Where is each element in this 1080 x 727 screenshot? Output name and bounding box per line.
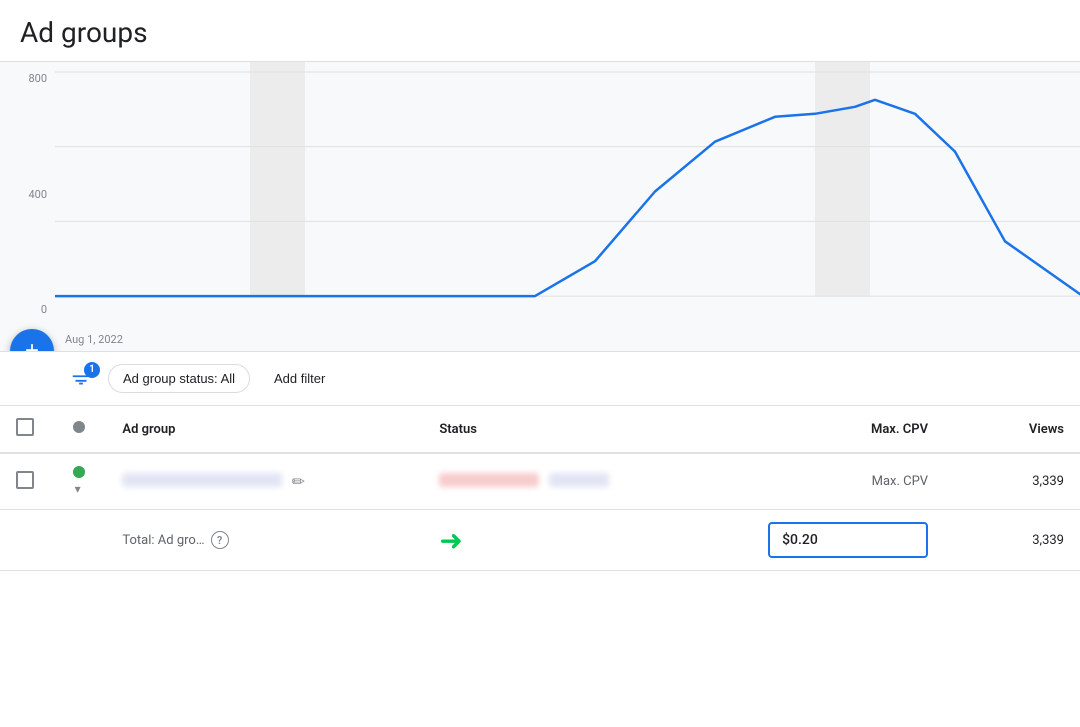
- y-axis-labels: 800 400 0: [0, 62, 55, 321]
- select-all-checkbox[interactable]: [16, 418, 34, 436]
- header-views[interactable]: Views: [944, 406, 1080, 453]
- header-status[interactable]: Status: [423, 406, 717, 453]
- plus-icon: +: [25, 339, 39, 352]
- page-header: Ad groups: [0, 0, 1080, 62]
- row-maxcpv-value: Max. CPV: [872, 474, 928, 489]
- total-maxcpv-highlighted[interactable]: $0.20: [768, 522, 928, 558]
- table-total-row: Total: Ad gro… ? ➜ $0.20 3,339: [0, 510, 1080, 571]
- header-dot-col: [57, 406, 107, 453]
- header-status-dot: [73, 421, 85, 433]
- row-adgroup-name: [122, 473, 282, 487]
- header-maxcpv[interactable]: Max. CPV: [718, 406, 944, 453]
- total-views-value: 3,339: [1032, 533, 1064, 548]
- row-views-value: 3,339: [1032, 474, 1064, 489]
- y-label-0: 0: [0, 303, 55, 316]
- total-maxcpv-cell: $0.20: [718, 510, 944, 571]
- row-views-cell: 3,339: [944, 453, 1080, 510]
- page-title: Ad groups: [20, 16, 1060, 49]
- table-header-row: Ad group Status Max. CPV Views: [0, 406, 1080, 453]
- total-views-cell: 3,339: [944, 510, 1080, 571]
- table-row: ▾ ✏ Max. CPV 3,339: [0, 453, 1080, 510]
- total-label-cell: Total: Ad gro… ?: [106, 510, 423, 571]
- row-status-value-cell: [423, 453, 717, 510]
- header-adgroup[interactable]: Ad group: [106, 406, 423, 453]
- row-adgroup-cell: ✏: [106, 453, 423, 510]
- add-filter-button[interactable]: Add filter: [266, 365, 333, 392]
- row-checkbox[interactable]: [16, 471, 34, 489]
- chart-area: 800 400 0 Aug 1, 2022 +: [0, 62, 1080, 352]
- ad-group-status-filter[interactable]: Ad group status: All: [108, 364, 250, 393]
- chart-svg: [55, 62, 1080, 321]
- table-wrapper: Ad group Status Max. CPV Views: [0, 406, 1080, 571]
- row-status-extra: [549, 473, 609, 487]
- chart-container: 800 400 0 Aug 1, 2022: [0, 62, 1080, 351]
- header-checkbox-col: [0, 406, 57, 453]
- total-checkbox-cell: [0, 510, 57, 571]
- row-status-dropdown-arrow[interactable]: ▾: [75, 482, 81, 496]
- row-checkbox-cell: [0, 453, 57, 510]
- ad-groups-table: Ad group Status Max. CPV Views: [0, 406, 1080, 571]
- total-help-icon[interactable]: ?: [211, 531, 229, 549]
- filter-bar: 1 Ad group status: All Add filter: [0, 352, 1080, 406]
- row-edit-icon[interactable]: ✏: [292, 472, 305, 491]
- total-status-cell: ➜: [423, 510, 717, 571]
- row-status-value: [439, 473, 539, 487]
- total-dot-cell: [57, 510, 107, 571]
- y-label-400: 400: [0, 188, 55, 201]
- row-status-cell: ▾: [57, 453, 107, 510]
- filter-icon-wrapper[interactable]: 1: [70, 368, 92, 390]
- total-arrow-icon: ➜: [439, 524, 462, 557]
- y-label-800: 800: [0, 72, 55, 85]
- total-label-text: Total: Ad gro…: [122, 533, 204, 548]
- row-maxcpv-cell: Max. CPV: [718, 453, 944, 510]
- row-status-dot: [73, 466, 85, 478]
- filter-badge: 1: [84, 362, 100, 378]
- x-axis-label: Aug 1, 2022: [65, 333, 123, 346]
